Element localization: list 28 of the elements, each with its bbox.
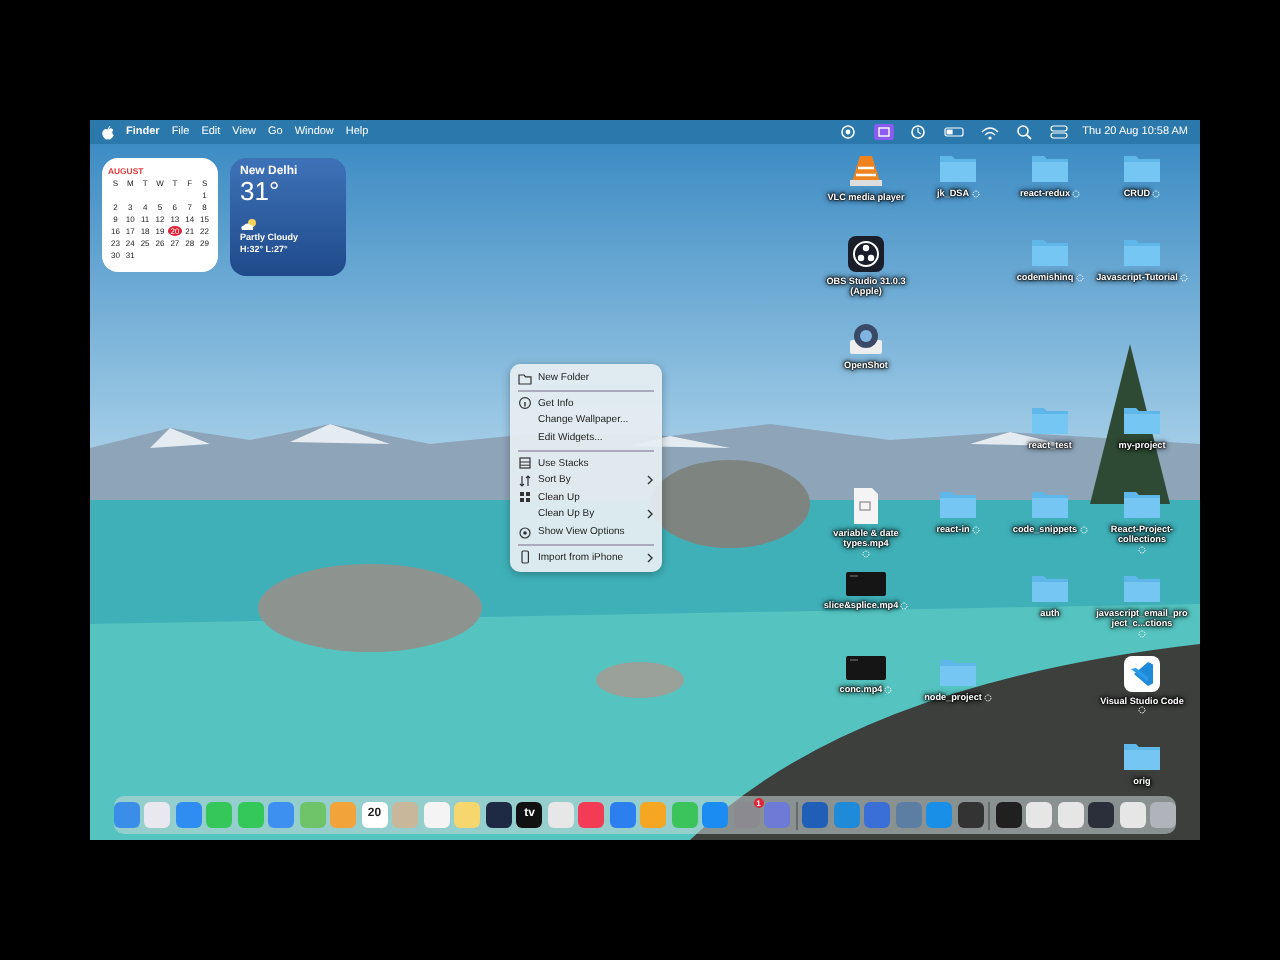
- stacks-icon: [518, 456, 532, 471]
- phone-icon: [518, 550, 532, 565]
- folder-icon[interactable]: [1122, 740, 1162, 772]
- wifi-icon[interactable]: [980, 124, 1001, 140]
- app-icon[interactable]: [848, 236, 884, 272]
- circle-icon[interactable]: [910, 124, 929, 140]
- screen-share-icon[interactable]: [874, 124, 895, 140]
- temperature: 31°: [240, 178, 280, 206]
- info-icon: [518, 396, 532, 411]
- folder-icon[interactable]: [1122, 404, 1162, 436]
- app-icon[interactable]: [1124, 656, 1160, 692]
- view-options-icon: [518, 525, 532, 540]
- control-center-icon[interactable]: [1050, 124, 1069, 140]
- document-icon[interactable]: [852, 488, 880, 524]
- folder-plus-icon: [518, 371, 532, 386]
- app-icon[interactable]: [485, 802, 512, 828]
- folder-icon[interactable]: [1122, 488, 1162, 520]
- disk-app-icon[interactable]: [848, 320, 884, 356]
- traffic-cone-icon[interactable]: [848, 152, 884, 188]
- video-thumbnail-icon[interactable]: [846, 656, 886, 680]
- recording-icon[interactable]: [840, 124, 859, 140]
- grid-icon: [518, 490, 532, 505]
- cloud-sun-icon: [240, 218, 258, 230]
- video-thumbnail-icon[interactable]: [846, 572, 886, 596]
- battery-icon[interactable]: [944, 124, 965, 140]
- search-icon[interactable]: [1016, 124, 1035, 140]
- apple-icon[interactable]: [102, 125, 114, 139]
- sort-icon: [518, 473, 532, 488]
